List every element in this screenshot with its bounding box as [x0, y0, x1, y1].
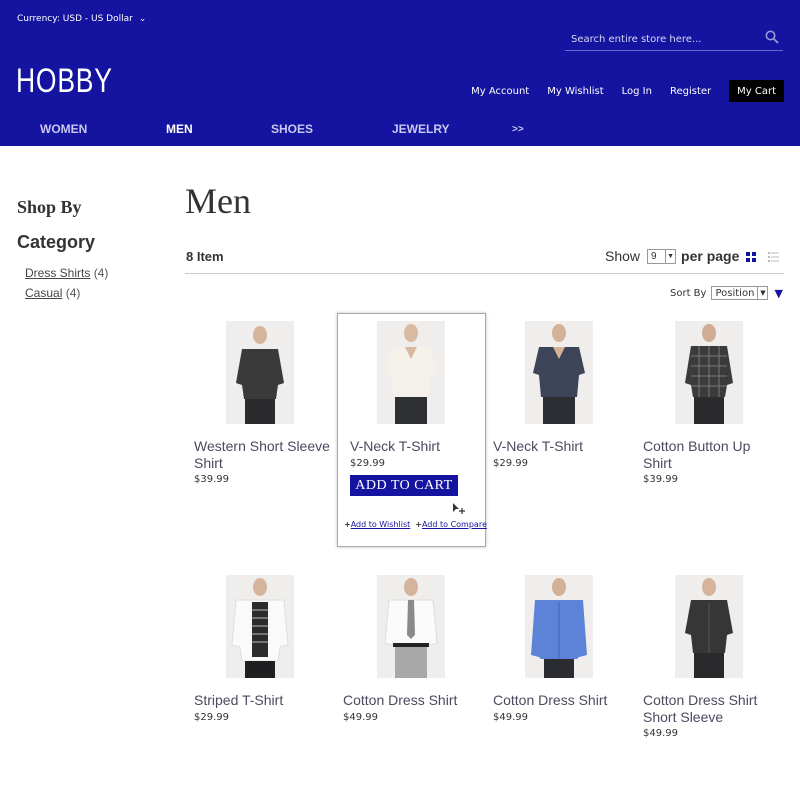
my-cart-button[interactable]: My Cart	[729, 80, 784, 102]
search-input[interactable]	[571, 31, 751, 47]
add-to-wishlist-link[interactable]: Add to Wishlist	[351, 520, 411, 529]
currency-label[interactable]: Currency: USD - US Dollar	[17, 14, 133, 24]
sort-value: Position	[715, 287, 755, 299]
shop-by-heading: Shop By	[17, 197, 82, 217]
product-image[interactable]	[675, 321, 743, 424]
product-image[interactable]	[377, 321, 445, 424]
category-item: Dress Shirts (4)	[25, 266, 108, 286]
item-count: 8 Item	[186, 249, 224, 264]
account-links: My Account My Wishlist Log In Register M…	[453, 80, 784, 102]
sort-direction-icon[interactable]: ▼	[774, 287, 782, 300]
main-nav: WOMEN MEN SHOES JEWELRY >>	[0, 118, 800, 140]
login-link[interactable]: Log In	[622, 86, 652, 97]
product-card[interactable]: Cotton Dress Shirt $49.99	[343, 575, 491, 745]
category-count: (4)	[93, 266, 109, 280]
product-price: $29.99	[493, 458, 528, 469]
product-name[interactable]: V-Neck T-Shirt	[493, 438, 633, 455]
plus-icon: +	[344, 520, 351, 529]
search-bar	[565, 28, 783, 51]
product-name[interactable]: Striped T-Shirt	[194, 692, 334, 709]
grid-view-icon[interactable]	[746, 252, 756, 262]
product-card[interactable]: Striped T-Shirt $29.99	[194, 575, 342, 745]
product-price: $39.99	[194, 474, 229, 485]
nav-shoes[interactable]: SHOES	[271, 122, 313, 136]
per-page-select[interactable]: 9 ▼	[647, 248, 677, 264]
my-account-link[interactable]: My Account	[471, 86, 529, 97]
nav-more[interactable]: >>	[512, 124, 524, 135]
product-name[interactable]: Cotton Dress Shirt	[493, 692, 633, 709]
product-card[interactable]: V-Neck T-Shirt $29.99	[350, 321, 498, 491]
product-card[interactable]: Cotton Button Up Shirt $39.99	[643, 321, 791, 491]
add-to-cart-button[interactable]: ADD TO CART	[350, 475, 458, 496]
per-page-label: per page	[681, 248, 740, 264]
per-page-value: 9	[651, 250, 657, 262]
site-logo[interactable]: HOBBY	[16, 62, 113, 101]
product-image[interactable]	[226, 575, 294, 678]
nav-jewelry[interactable]: JEWELRY	[392, 122, 450, 136]
register-link[interactable]: Register	[670, 86, 711, 97]
product-image[interactable]	[226, 321, 294, 424]
list-view-icon[interactable]	[768, 252, 779, 262]
category-link-casual[interactable]: Casual	[25, 286, 62, 300]
category-heading: Category	[17, 232, 96, 252]
chevron-down-icon[interactable]: ▼	[665, 249, 675, 263]
product-card[interactable]: Western Short Sleeve Shirt $39.99	[194, 321, 342, 491]
my-wishlist-link[interactable]: My Wishlist	[547, 86, 603, 97]
plus-icon: +	[415, 520, 422, 529]
chevron-down-icon[interactable]: ▼	[757, 287, 767, 299]
category-list: Dress Shirts (4) Casual (4)	[25, 266, 108, 306]
product-card[interactable]: Cotton Dress Shirt Short Sleeve $49.99	[643, 575, 791, 745]
toolbar-divider	[185, 273, 784, 274]
category-item: Casual (4)	[25, 286, 108, 306]
site-header: Currency: USD - US Dollar ⌄ HOBBY My Acc…	[0, 0, 800, 146]
sort-label: Sort By	[670, 287, 707, 299]
product-image[interactable]	[675, 575, 743, 678]
add-to-compare-link[interactable]: Add to Compare	[422, 520, 487, 529]
currency-switcher[interactable]: Currency: USD - US Dollar ⌄	[17, 14, 146, 24]
category-link-dress-shirts[interactable]: Dress Shirts	[25, 266, 90, 280]
sort-select[interactable]: Position ▼	[711, 286, 769, 300]
chevron-down-icon[interactable]: ⌄	[139, 14, 147, 24]
nav-men[interactable]: MEN	[166, 122, 193, 136]
product-name[interactable]: Cotton Dress Shirt	[343, 692, 483, 709]
page-title: Men	[185, 181, 251, 221]
nav-women[interactable]: WOMEN	[40, 122, 87, 136]
show-label: Show	[605, 248, 641, 264]
product-image[interactable]	[377, 575, 445, 678]
limiter: Show 9 ▼ per page	[605, 248, 739, 264]
product-name[interactable]: Cotton Dress Shirt Short Sleeve	[643, 692, 783, 726]
product-price: $39.99	[643, 474, 678, 485]
product-image[interactable]	[525, 575, 593, 678]
product-price: $49.99	[343, 712, 378, 723]
product-name[interactable]: V-Neck T-Shirt	[350, 438, 490, 455]
sorter: Sort By Position ▼ ▼	[670, 286, 783, 300]
product-price: $49.99	[643, 728, 678, 739]
product-price: $49.99	[493, 712, 528, 723]
product-name[interactable]: Cotton Button Up Shirt	[643, 438, 783, 472]
product-name[interactable]: Western Short Sleeve Shirt	[194, 438, 334, 472]
product-image[interactable]	[525, 321, 593, 424]
search-icon[interactable]	[765, 30, 779, 44]
product-actions: +Add to Wishlist +Add to Compare	[344, 520, 487, 529]
cursor-move-icon	[453, 503, 465, 514]
product-card[interactable]: V-Neck T-Shirt $29.99	[493, 321, 641, 491]
product-card[interactable]: Cotton Dress Shirt $49.99	[493, 575, 641, 745]
product-price: $29.99	[350, 458, 385, 469]
product-price: $29.99	[194, 712, 229, 723]
category-count: (4)	[65, 286, 81, 300]
